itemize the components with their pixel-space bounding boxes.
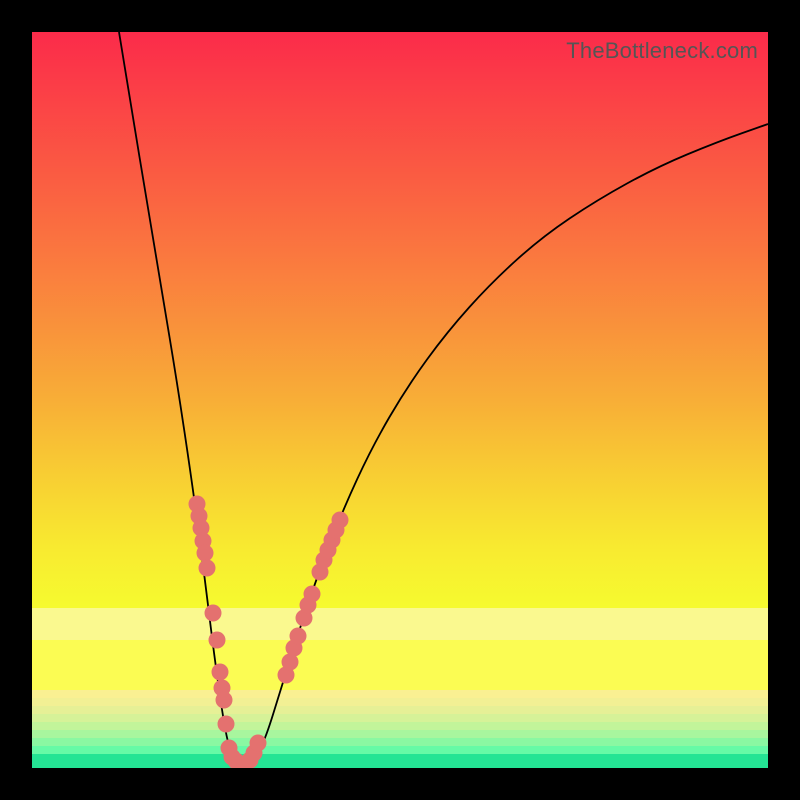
bottleneck-curve: [119, 32, 768, 764]
marker-cluster-right: [278, 512, 349, 684]
marker-dot: [197, 545, 214, 562]
marker-dot: [212, 664, 229, 681]
marker-dot: [250, 735, 267, 752]
marker-dot: [304, 586, 321, 603]
marker-dot: [205, 605, 222, 622]
marker-cluster-left: [189, 496, 267, 769]
marker-dot: [218, 716, 235, 733]
watermark-text: TheBottleneck.com: [566, 38, 758, 64]
chart-frame: TheBottleneck.com: [0, 0, 800, 800]
marker-dot: [332, 512, 349, 529]
marker-dot: [290, 628, 307, 645]
marker-dot: [209, 632, 226, 649]
plot-area: TheBottleneck.com: [32, 32, 768, 768]
chart-svg: [32, 32, 768, 768]
marker-dot: [216, 692, 233, 709]
marker-dot: [199, 560, 216, 577]
